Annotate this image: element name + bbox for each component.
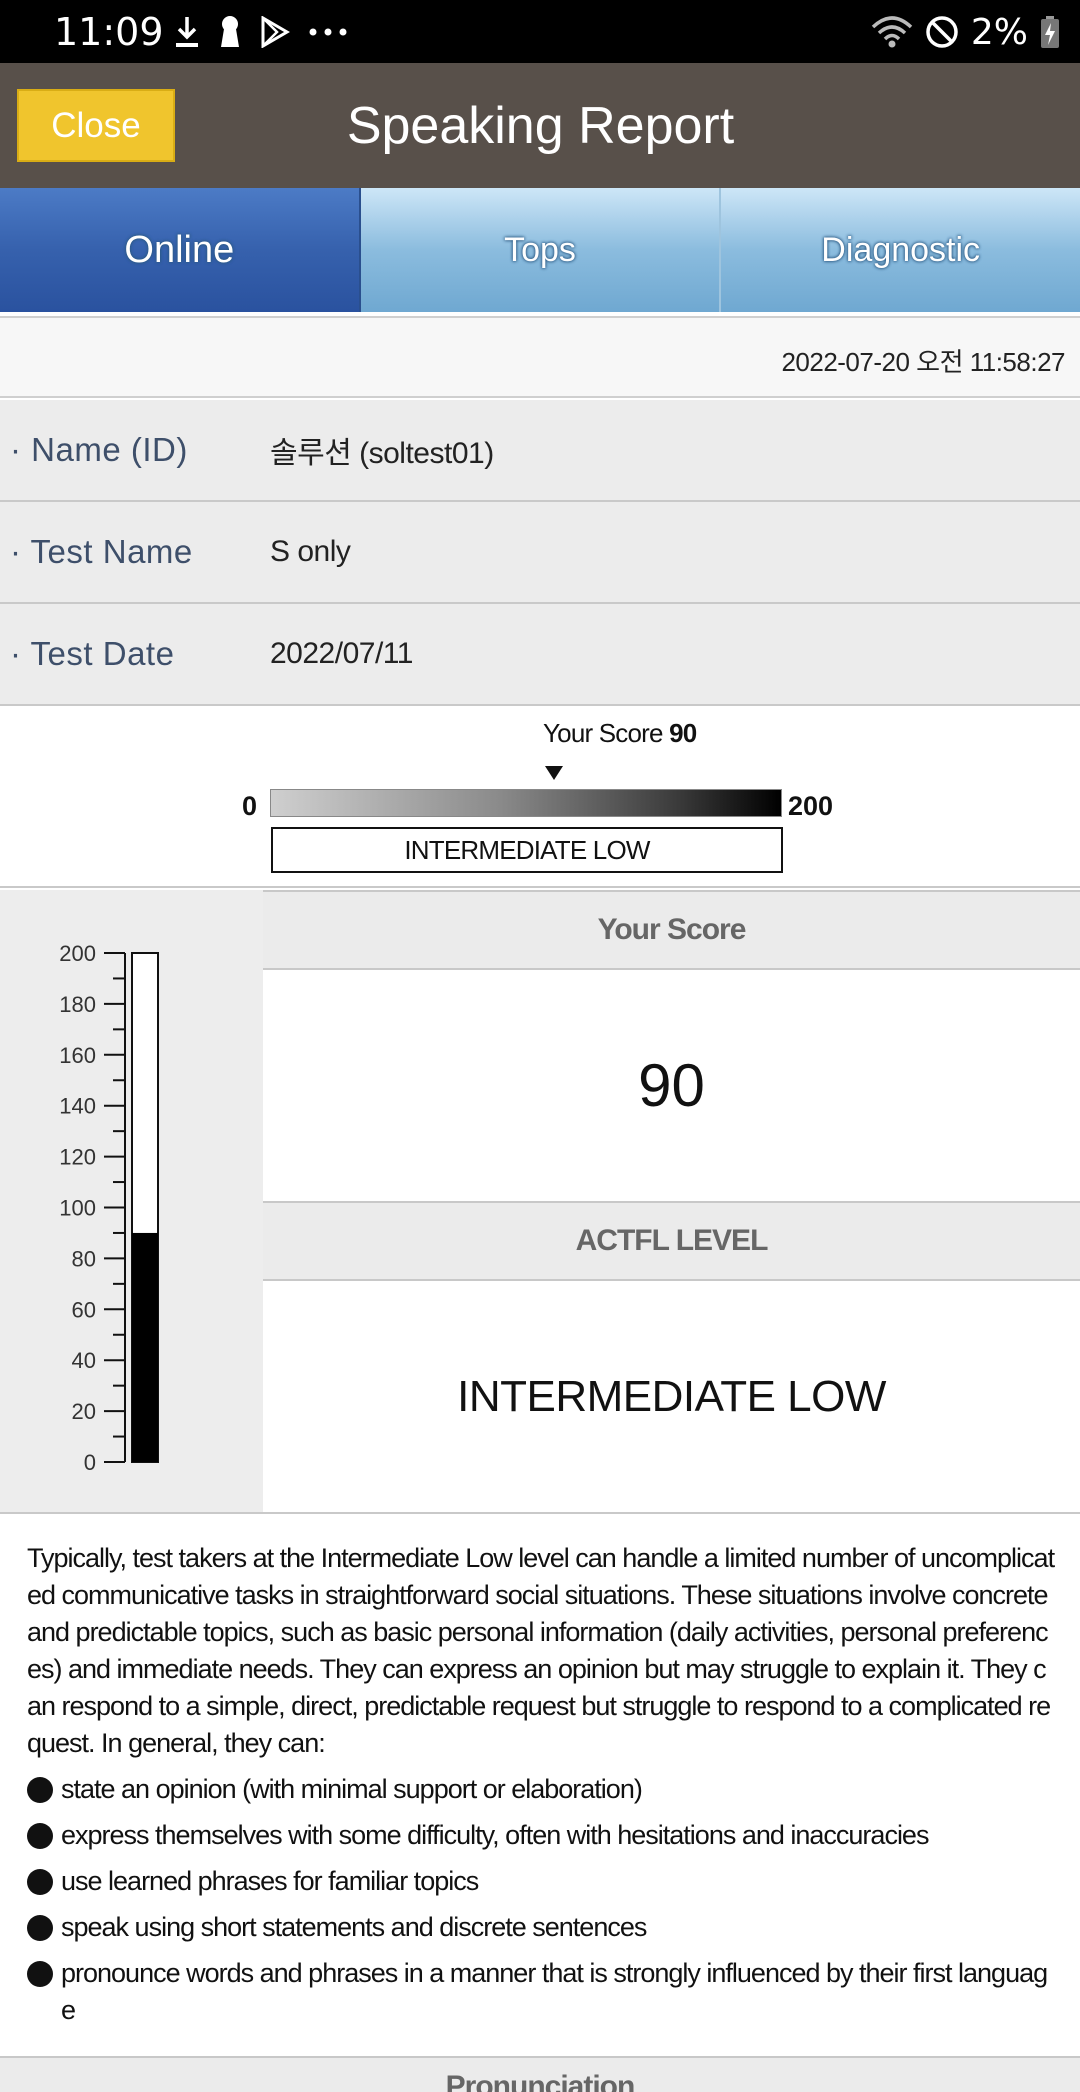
ability-list: state an opinion (with minimal support o… — [27, 1771, 1057, 2029]
gauge-tick-label: 0 — [84, 1450, 96, 1475]
keyhole-icon — [221, 16, 239, 47]
your-score-caption: Your Score 90 — [543, 718, 697, 749]
gauge-tick-label: 140 — [59, 1094, 96, 1119]
gauge-bar-fill — [132, 1232, 158, 1462]
pronunciation-heading-label: Pronunciation — [445, 2070, 636, 2092]
your-score-value: 90 — [638, 1051, 705, 1119]
info-label-test-name: · Test Name — [10, 533, 193, 570]
download-icon — [176, 17, 198, 47]
wifi-icon — [871, 16, 913, 48]
your-score-heading: Your Score — [263, 890, 1080, 970]
report-timestamp-row: 2022-07-20 오전 11:58:27 — [0, 316, 1080, 398]
level-description-text: Typically, test takers at the Intermedia… — [27, 1543, 1055, 1758]
score-gauge-chart: 200180160140120100806040200 — [59, 941, 159, 1475]
actfl-level-value: INTERMEDIATE LOW — [457, 1371, 886, 1421]
gauge-tick-label: 180 — [59, 992, 96, 1017]
gauge-tick-label: 120 — [59, 1145, 96, 1170]
battery-charging-icon — [1041, 16, 1059, 48]
score-panel: 200 180 160 140 120 100 80 60 40 20 0 Your Score 9… — [0, 890, 1080, 1514]
tab-online[interactable]: Online — [0, 188, 361, 312]
info-row-test-name: · Test Name S only — [0, 502, 1080, 604]
gauge-tick-label: 40 — [72, 1348, 96, 1373]
more-dots-icon — [309, 28, 347, 36]
info-row-test-date: · Test Date 2022/07/11 — [0, 604, 1080, 706]
status-system-icons: 2% — [871, 11, 1060, 53]
scale-min-label: 0 — [242, 791, 258, 821]
ability-item: state an opinion (with minimal support o… — [27, 1771, 1057, 1808]
status-time: 11:09 — [54, 10, 164, 54]
pronunciation-heading: Pronunciation — [0, 2056, 1080, 2092]
score-marker-icon — [545, 766, 563, 780]
report-timestamp: 2022-07-20 오전 11:58:27 — [781, 347, 1065, 377]
report-tabs: Online Tops Diagnostic — [0, 188, 1080, 312]
play-store-icon — [261, 16, 290, 48]
actfl-level-heading: ACTFL LEVEL — [263, 1201, 1080, 1281]
battery-level: 2% — [970, 11, 1028, 53]
status-notification-icons — [174, 14, 348, 50]
status-bar: 11:09 2% — [0, 0, 1080, 63]
info-value-test-name: S only — [270, 535, 351, 568]
info-label-name: · Name (ID) — [10, 431, 188, 468]
info-value-test-date: 2022/07/11 — [270, 637, 413, 670]
info-label-test-date: · Test Date — [10, 635, 175, 672]
gauge-tick-label: 80 — [72, 1246, 96, 1271]
score-scale-section: Your Score 90 0 200 INTERMEDIATE LOW — [0, 706, 1080, 888]
your-score-number: 90 — [669, 718, 697, 748]
tab-diagnostic[interactable]: Diagnostic — [721, 188, 1080, 312]
close-button[interactable]: Close — [17, 89, 175, 162]
ability-item: pronounce words and phrases in a manner … — [27, 1955, 1057, 2029]
score-gauge: 200 180 160 140 120 100 80 60 40 20 0 — [0, 890, 263, 1512]
info-row-name: · Name (ID) 솔루션 (soltest01) — [0, 400, 1080, 502]
level-description: Typically, test takers at the Intermedia… — [27, 1540, 1057, 2029]
ability-item: use learned phrases for familiar topics — [27, 1863, 1057, 1900]
do-not-disturb-icon — [926, 16, 958, 48]
gauge-tick-label: 20 — [72, 1399, 96, 1424]
scale-level-box: INTERMEDIATE LOW — [271, 827, 783, 873]
gauge-tick-label: 100 — [59, 1196, 96, 1221]
tab-tops[interactable]: Tops — [360, 188, 722, 312]
gauge-tick-label: 160 — [59, 1043, 96, 1068]
gauge-tick-label: 60 — [72, 1297, 96, 1322]
gauge-tick-label: 200 — [59, 941, 96, 966]
info-value-name: 솔루션 (soltest01) — [270, 437, 494, 470]
ability-item: express themselves with some difficulty,… — [27, 1817, 1057, 1854]
scale-max-label: 200 — [788, 791, 834, 821]
app-header: Speaking Report Close — [0, 63, 1080, 188]
score-gradient-bar — [270, 789, 782, 817]
ability-item: speak using short statements and discret… — [27, 1909, 1057, 1946]
score-details: Your Score 90 ACTFL LEVEL INTERMEDIATE L… — [263, 890, 1080, 1512]
your-score-label: Your Score — [543, 718, 663, 748]
